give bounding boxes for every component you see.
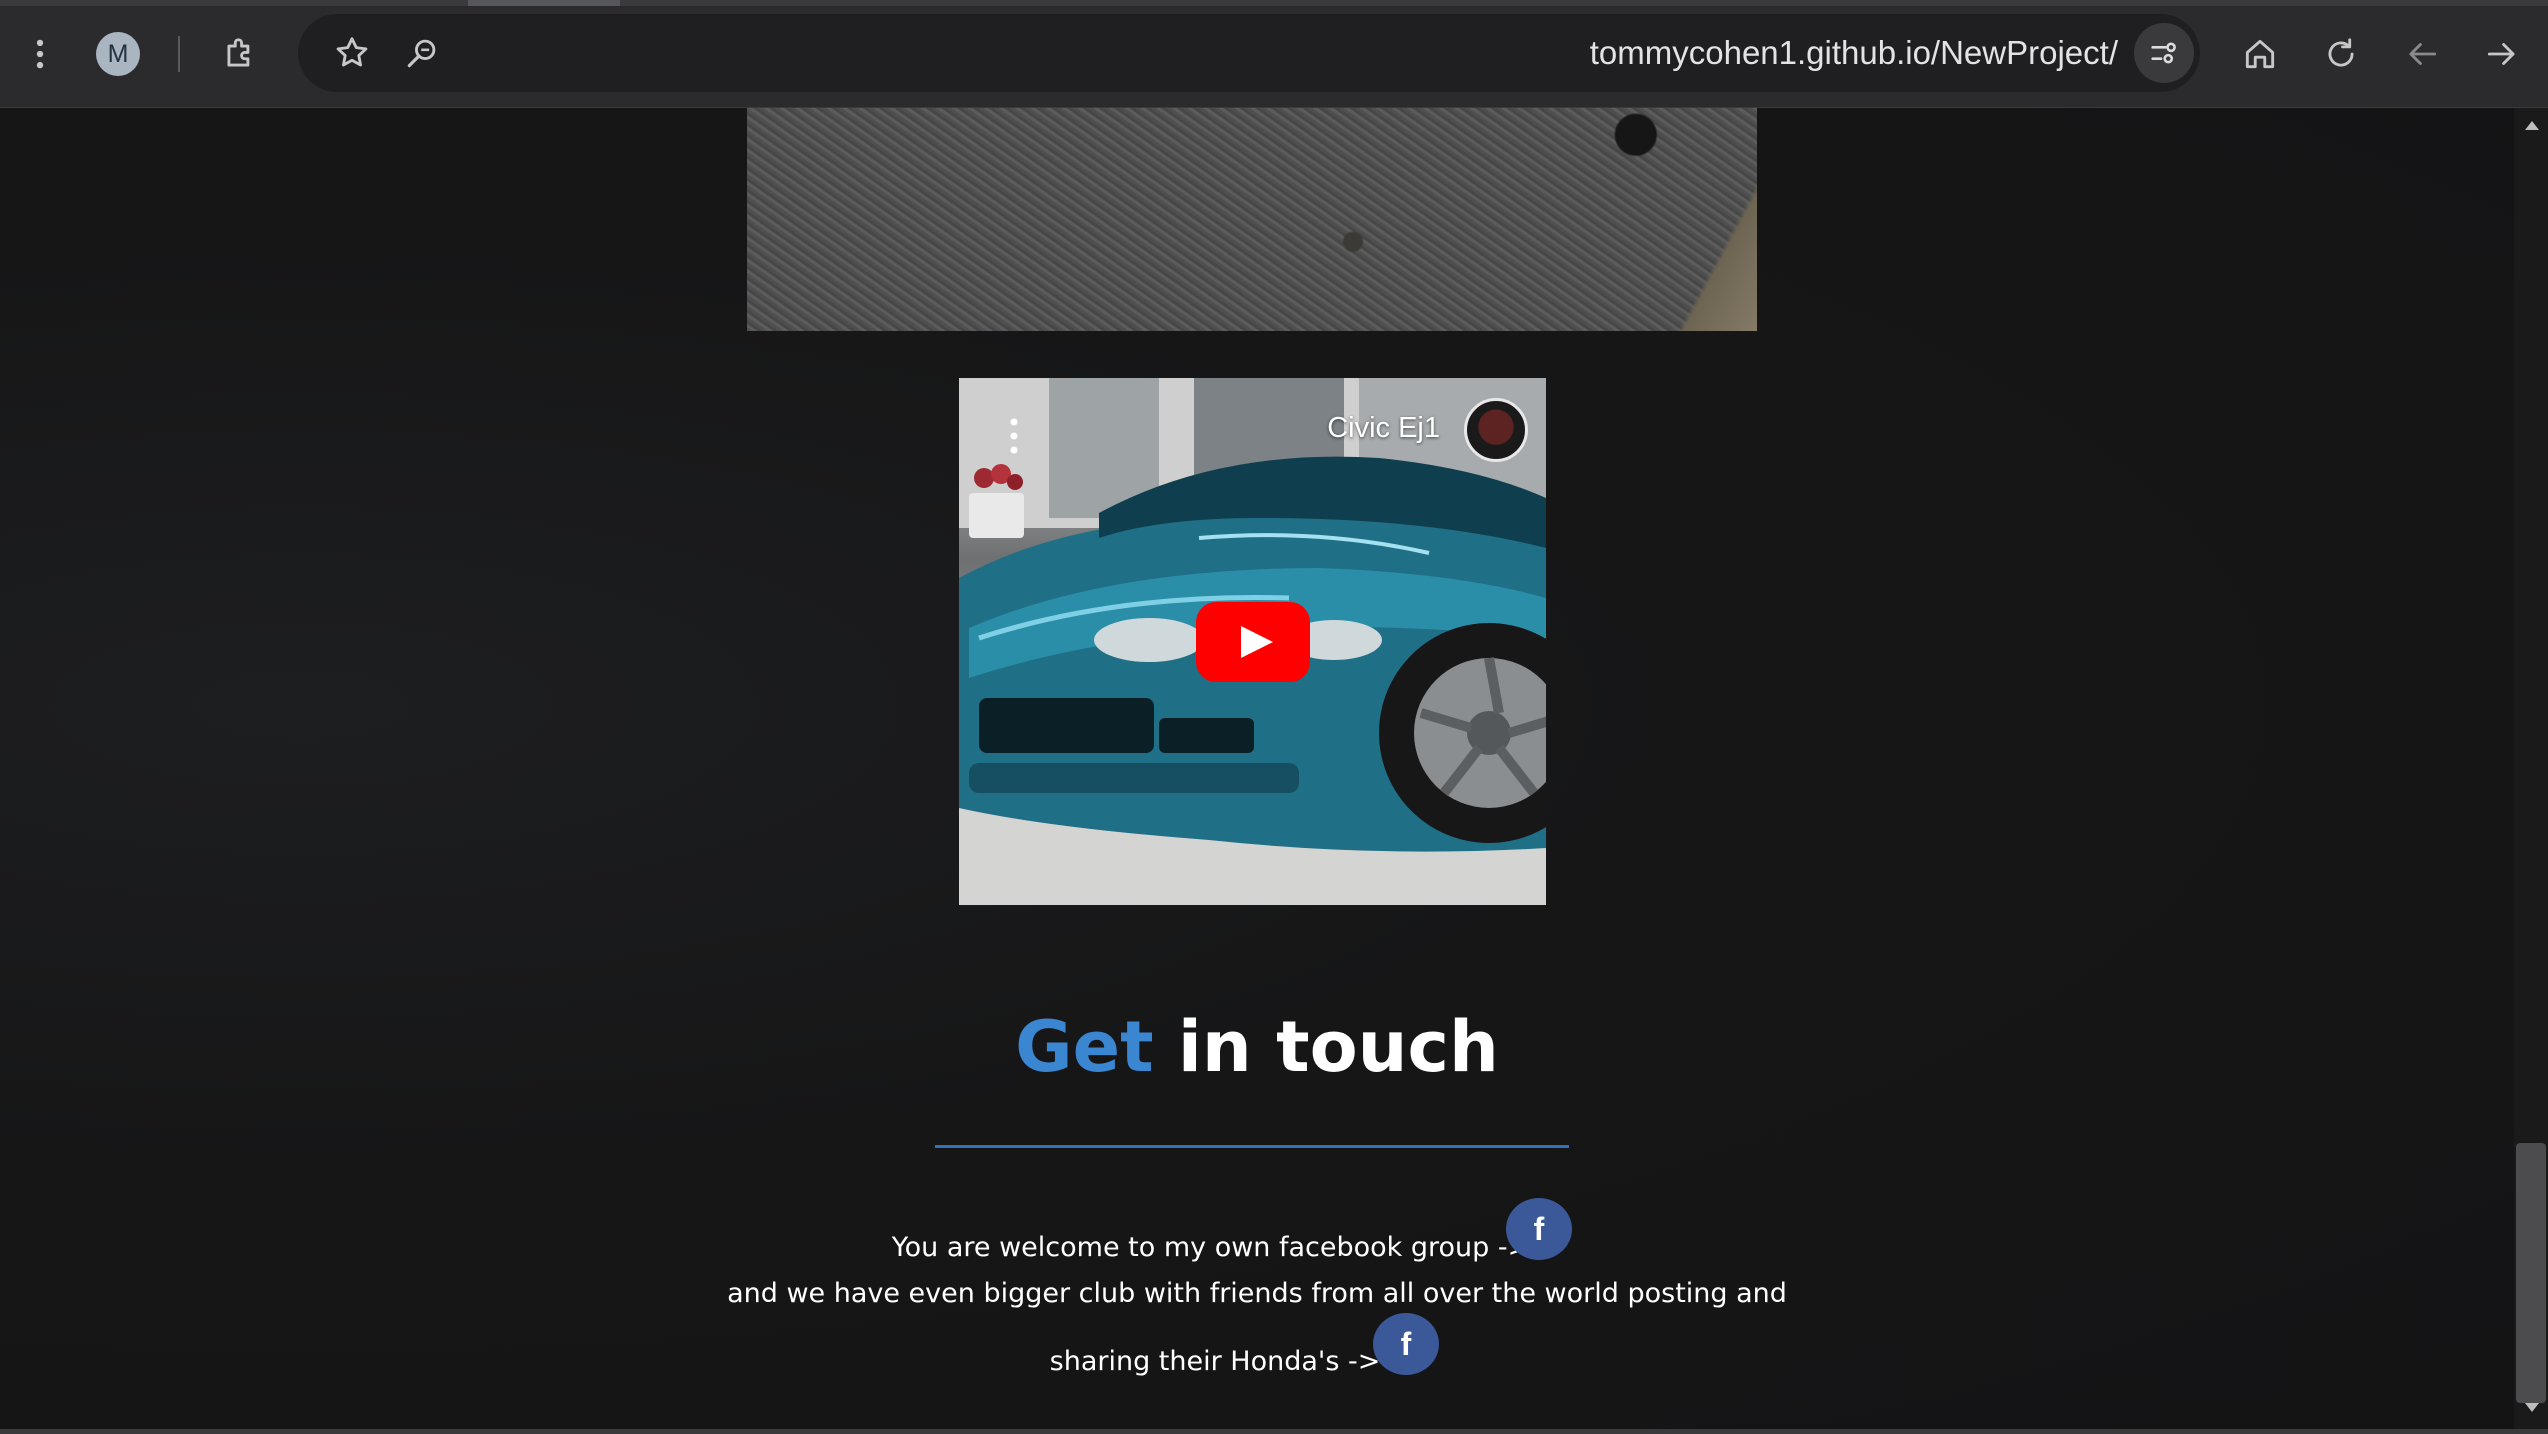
active-tab-indicator[interactable]: [468, 0, 620, 6]
section-title: Get in touch: [0, 1006, 2514, 1088]
zoom-icon[interactable]: [398, 29, 446, 77]
scroll-up-icon[interactable]: [2520, 115, 2544, 135]
back-arrow-icon[interactable]: [2398, 30, 2446, 78]
page-viewport: Civic Ej1 Get in touch You are welcome t…: [0, 108, 2514, 1434]
site-settings-icon[interactable]: [2134, 23, 2194, 83]
youtube-embed[interactable]: Civic Ej1: [959, 378, 1546, 905]
facebook-club-button[interactable]: f: [1373, 1313, 1439, 1375]
facebook-icon: f: [1400, 1325, 1412, 1362]
toolbar-divider: [178, 36, 180, 72]
reload-icon[interactable]: [2317, 30, 2365, 78]
scrollbar-thumb[interactable]: [2516, 1143, 2546, 1403]
home-icon[interactable]: [2236, 30, 2284, 78]
facebook-club-text-cont: sharing their Honda's ->: [1049, 1346, 1381, 1377]
facebook-group-text: You are welcome to my own facebook group…: [891, 1232, 1531, 1263]
url-text[interactable]: tommycohen1.github.io/NewProject/: [1590, 14, 2118, 92]
extensions-icon[interactable]: [216, 30, 264, 78]
title-accent: Get: [1015, 1006, 1154, 1088]
browser-toolbar: M tommycohen1.github.io/NewProject/: [0, 0, 2548, 108]
video-title[interactable]: Civic Ej1: [1327, 412, 1440, 445]
address-bar[interactable]: tommycohen1.github.io/NewProject/: [298, 14, 2200, 92]
forward-arrow-icon[interactable]: [2478, 30, 2526, 78]
kebab-menu-icon[interactable]: [16, 30, 64, 78]
tab-strip: [0, 0, 2548, 6]
bookmark-star-icon[interactable]: [328, 29, 376, 77]
window-bottom-edge: [0, 1429, 2548, 1434]
video-menu-icon[interactable]: [1009, 416, 1019, 456]
facebook-club-text: and we have even bigger club with friend…: [727, 1278, 1787, 1309]
channel-avatar[interactable]: [1464, 398, 1528, 462]
scroll-down-icon[interactable]: [2520, 1398, 2544, 1418]
title-underline: [935, 1145, 1569, 1148]
facebook-icon: f: [1533, 1210, 1545, 1247]
profile-avatar[interactable]: M: [96, 32, 140, 76]
facebook-group-button[interactable]: f: [1506, 1198, 1572, 1260]
play-icon[interactable]: [1196, 602, 1310, 682]
car-photo-pavement: [747, 108, 1757, 331]
title-rest: in touch: [1177, 1006, 1499, 1088]
